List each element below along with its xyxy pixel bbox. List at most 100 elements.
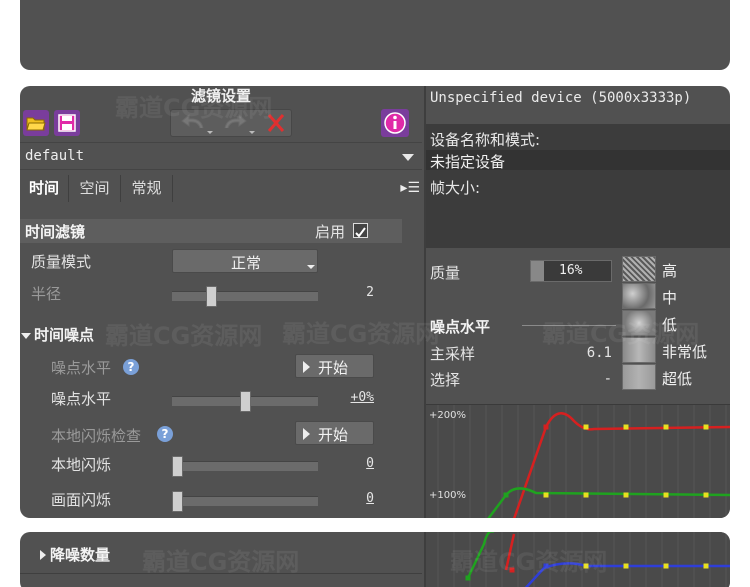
noise-level-slider-handle[interactable] [239, 391, 251, 412]
device-mode-value: 未指定设备 [430, 153, 506, 171]
noise-level-slider[interactable] [172, 391, 318, 412]
noise-curve-plot [437, 405, 730, 518]
tab-spatial[interactable]: 空间 [69, 175, 121, 202]
section-divider [20, 573, 422, 574]
green-curve-lower [466, 532, 494, 579]
device-info-column: Unspecified device (5000x3333p) 设备名称和模式:… [426, 86, 730, 518]
quality-mode-value: 正常 [230, 254, 261, 272]
local-flicker-slider-handle[interactable] [172, 456, 183, 477]
play-icon [303, 428, 310, 440]
denoise-amount-panel: 降噪数量 霸道CG资源网 霸道CG资源网 [20, 532, 730, 587]
noise-level-auto-label: 噪点水平 [51, 359, 112, 377]
quality-value: 16% [559, 263, 583, 278]
watermark-text: 霸道CG资源网 [142, 548, 300, 576]
green-curve-point [703, 492, 709, 498]
flicker-check-start-button[interactable]: 开始 [295, 421, 374, 445]
noise-level-value: +0% [350, 390, 374, 405]
noise-curve-graph-continued [426, 532, 730, 587]
start-label: 开始 [318, 426, 349, 444]
redo-icon [224, 113, 255, 134]
temporal-filter-label: 时间滤镜 [25, 223, 86, 241]
graph-label-100: +100% [429, 490, 466, 501]
temporal-filter-header: 时间滤镜 启用 [20, 219, 402, 243]
quality-meter: 16% [530, 260, 612, 282]
green-curve-point [465, 575, 471, 581]
save-disk-icon [58, 114, 76, 132]
history-button-group [170, 109, 292, 137]
filter-settings-column: 滤镜设置 default 时间 空间 常规 ▸☰ 时间滤镜 启用 质量模式 正常… [20, 86, 422, 518]
noise-swatch-high[interactable] [622, 256, 656, 282]
radius-slider[interactable] [172, 286, 318, 307]
red-curve-lower [504, 533, 516, 571]
help-icon[interactable]: ? [157, 426, 173, 442]
blue-curve-point [663, 563, 669, 569]
play-icon [303, 361, 310, 373]
swatch-very-low-label: 非常低 [662, 343, 708, 361]
green-curve-point [663, 492, 669, 498]
temporal-noise-header[interactable]: 时间噪点 [21, 324, 94, 345]
graph-label-200: +200% [429, 410, 466, 421]
info-button[interactable] [381, 109, 409, 137]
enable-checkbox[interactable] [353, 223, 368, 238]
swatch-ultra-low-label: 超低 [662, 370, 693, 388]
main-sample-value: 6.1 [586, 345, 612, 361]
top-panel [20, 0, 730, 70]
device-info-box: 设备名称和模式: 未指定设备 帧大小: [426, 124, 730, 248]
heading-rule [522, 325, 616, 326]
preset-value: default [25, 148, 85, 164]
swatch-low-label: 低 [662, 316, 678, 334]
filter-settings-title: 滤镜设置 [190, 87, 251, 105]
help-icon[interactable]: ? [123, 359, 139, 375]
settings-tabs: 时间 空间 常规 ▸☰ [20, 174, 422, 204]
close-x-icon [267, 114, 285, 132]
quality-mode-select[interactable]: 正常 [172, 249, 318, 273]
start-label: 开始 [318, 359, 349, 377]
noise-swatch-medium[interactable] [622, 283, 656, 309]
green-curve-point [543, 492, 549, 498]
frame-flicker-slider-handle[interactable] [172, 491, 183, 512]
open-folder-button[interactable] [23, 110, 49, 136]
expand-arrow-icon [21, 332, 31, 339]
temporal-noise-label: 时间噪点 [34, 326, 95, 344]
red-curve-point [663, 424, 669, 430]
flicker-check-label: 本地闪烁检查 [51, 427, 142, 445]
folder-icon [26, 117, 46, 131]
chevron-down-icon [402, 154, 414, 161]
red-curve-point [623, 424, 629, 430]
checkmark-icon [355, 227, 366, 238]
tab-general[interactable]: 常规 [121, 175, 173, 202]
blue-curve-point [623, 563, 629, 569]
device-mode-label: 设备名称和模式: [430, 131, 541, 149]
swatch-high-label: 高 [662, 262, 678, 280]
preset-dropdown[interactable]: default [20, 142, 422, 170]
red-curve-point [509, 567, 515, 573]
green-curve-point [503, 492, 509, 498]
quality-mode-label: 质量模式 [31, 253, 92, 271]
blue-curve-point [543, 563, 549, 569]
select-label: 选择 [430, 371, 461, 389]
denoise-amount-header[interactable]: 降噪数量 [40, 544, 110, 565]
redo-button[interactable] [217, 110, 257, 136]
noise-swatch-very-low[interactable] [622, 337, 656, 363]
select-value: - [603, 371, 612, 387]
blue-curve-point [703, 563, 709, 569]
frame-flicker-value: 0 [366, 491, 374, 506]
noise-curve-graph[interactable]: +200% +100% [426, 404, 730, 518]
noise-level-heading: 噪点水平 [430, 318, 491, 336]
tab-temporal[interactable]: 时间 [20, 175, 69, 202]
frame-flicker-slider[interactable] [172, 491, 318, 512]
toolbar [20, 106, 422, 140]
clear-button[interactable] [263, 110, 289, 136]
noise-swatch-ultra-low[interactable] [622, 364, 656, 390]
local-flicker-value: 0 [366, 456, 374, 471]
noise-level-label: 噪点水平 [51, 390, 112, 408]
frame-flicker-label: 画面闪烁 [51, 491, 112, 509]
undo-button[interactable] [175, 110, 215, 136]
noise-level-start-button[interactable]: 开始 [295, 354, 374, 378]
tab-menu-icon[interactable]: ▸☰ [400, 180, 420, 196]
save-button[interactable] [54, 110, 80, 136]
dropdown-corner-icon [307, 265, 315, 269]
radius-slider-handle[interactable] [205, 286, 217, 307]
noise-swatch-low[interactable] [622, 310, 656, 336]
local-flicker-slider[interactable] [172, 456, 318, 477]
